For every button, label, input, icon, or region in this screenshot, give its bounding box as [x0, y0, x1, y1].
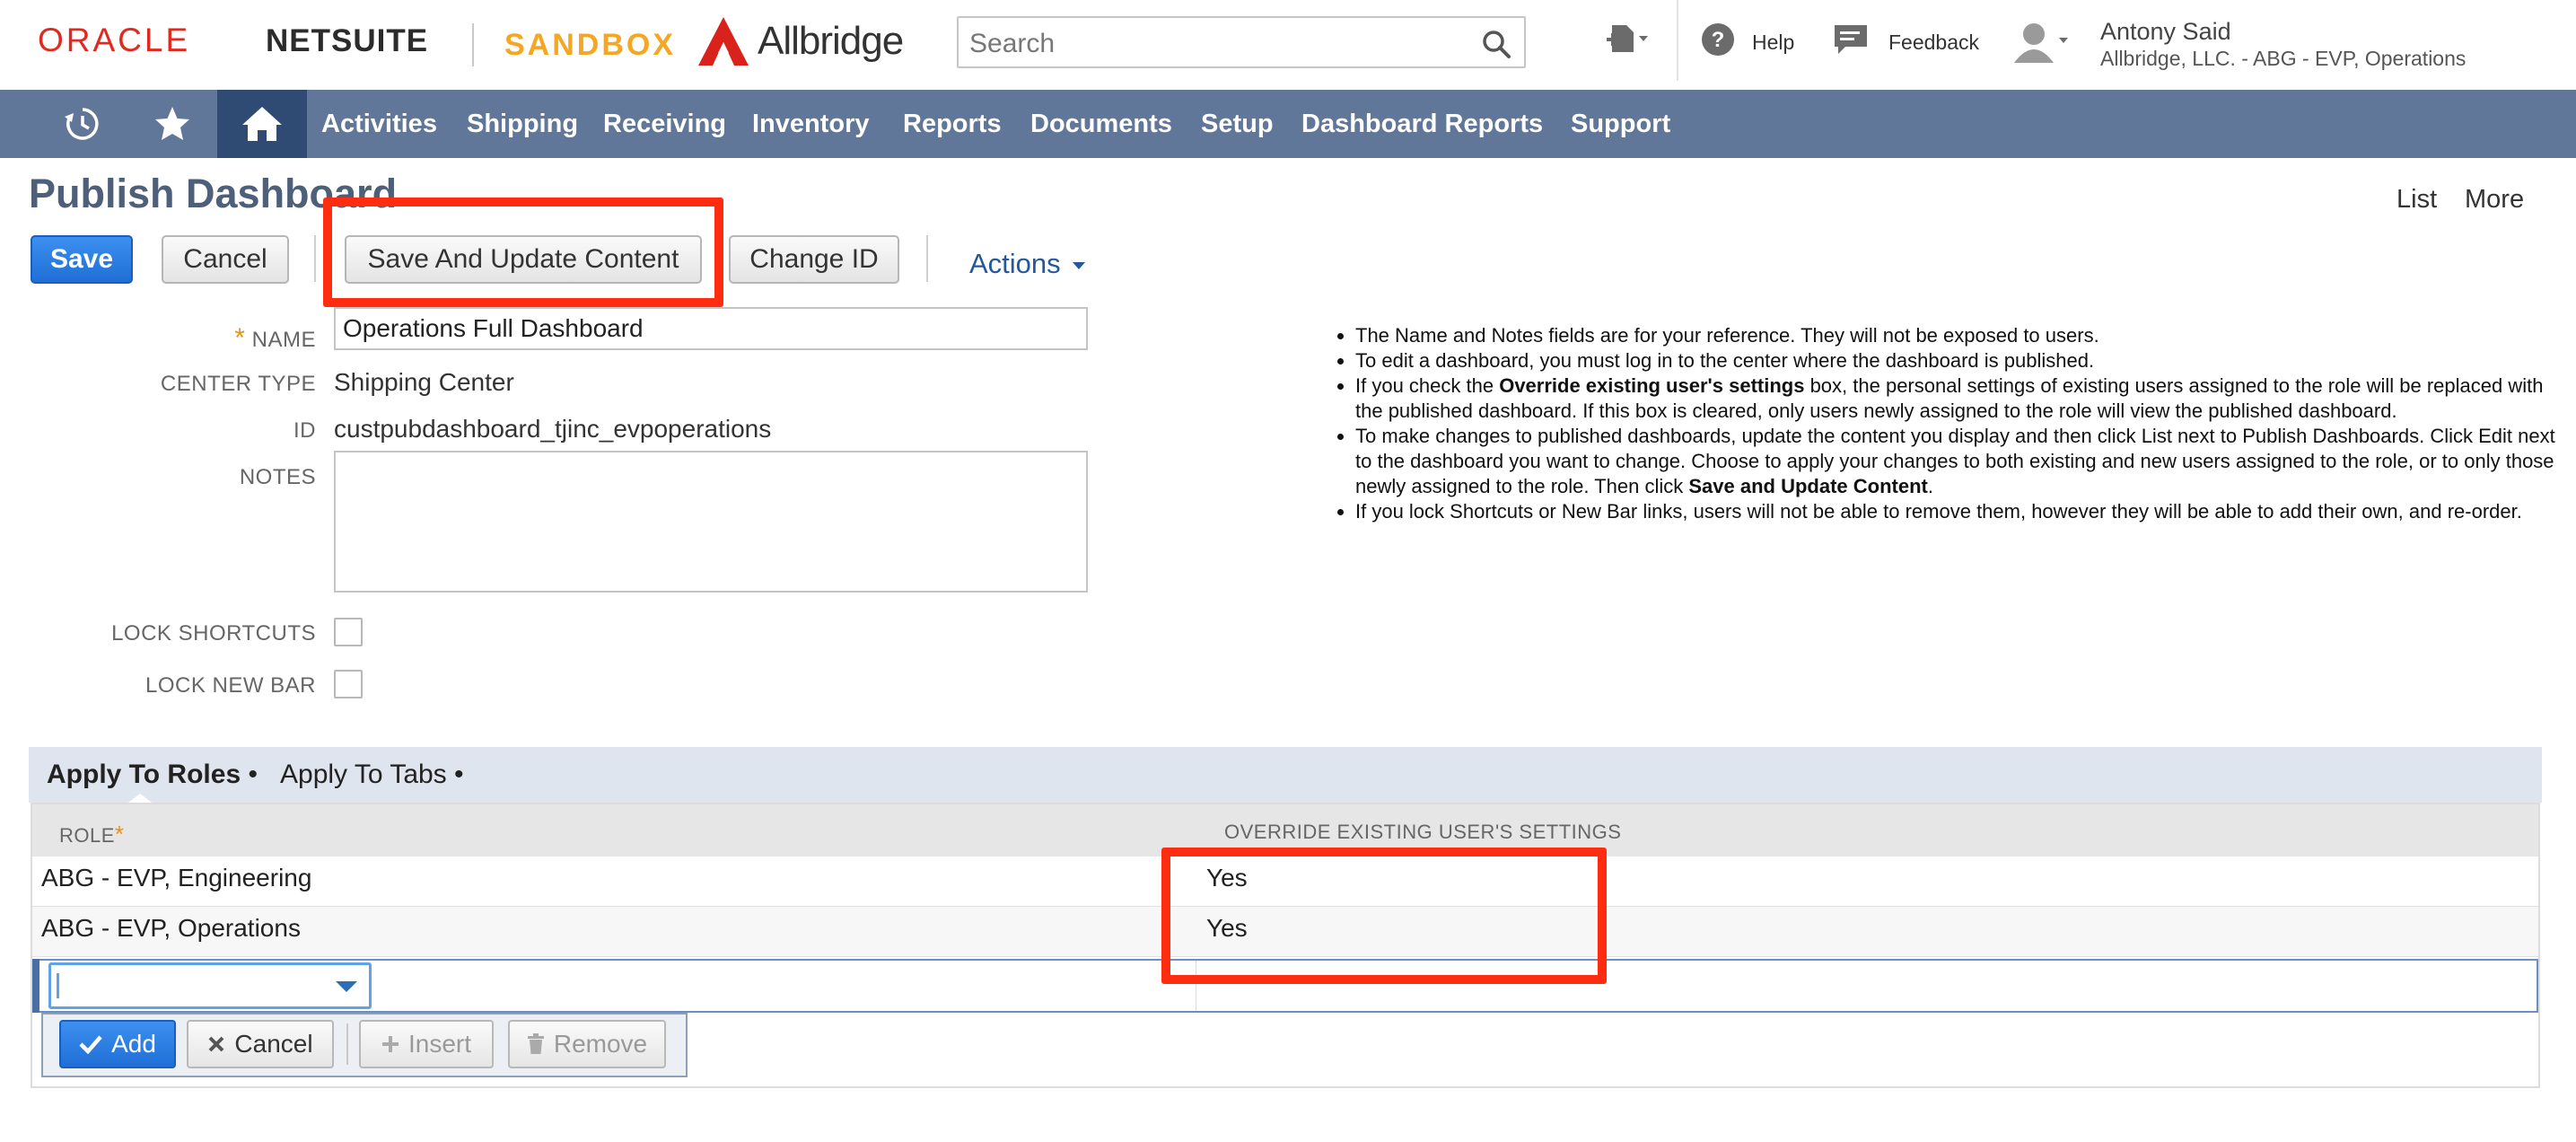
- favorites-button[interactable]: [136, 90, 208, 158]
- override-cell[interactable]: Yes: [1206, 914, 1248, 943]
- change-id-button[interactable]: Change ID: [729, 235, 899, 284]
- close-icon: [208, 1036, 224, 1052]
- chevron-down-icon[interactable]: [335, 979, 358, 994]
- help-link[interactable]: Help: [1752, 31, 1794, 55]
- sandbox-badge: SANDBOX: [504, 28, 677, 62]
- help-item: If you check the Override existing user'…: [1355, 373, 2558, 424]
- home-icon: [242, 107, 282, 141]
- row-edit-indicator: [32, 959, 39, 1013]
- home-button[interactable]: [217, 90, 307, 158]
- nav-documents[interactable]: Documents: [1030, 90, 1172, 158]
- column-header-role[interactable]: ROLE*: [59, 821, 125, 848]
- tab-apply-to-roles[interactable]: Apply To Roles •: [47, 760, 258, 790]
- more-link[interactable]: More: [2465, 185, 2524, 215]
- id-value: custpubdashboard_tjinc_evpoperations: [334, 415, 772, 443]
- table-row[interactable]: [32, 907, 2538, 957]
- actions-menu[interactable]: Actions: [969, 248, 1086, 280]
- name-label: * NAME: [234, 323, 316, 353]
- history-icon: [65, 108, 99, 140]
- table-row[interactable]: [32, 856, 2538, 907]
- tab-apply-to-tabs[interactable]: Apply To Tabs •: [280, 760, 464, 790]
- notes-field[interactable]: [334, 451, 1088, 593]
- help-item: To make changes to published dashboards,…: [1355, 424, 2558, 499]
- role-dropdown[interactable]: [48, 962, 372, 1009]
- company-logo: Allbridge: [697, 14, 904, 68]
- lock-new-bar-checkbox[interactable]: [334, 670, 363, 698]
- nav-dashboard-reports[interactable]: Dashboard Reports: [1301, 90, 1543, 158]
- insert-button[interactable]: Insert: [359, 1020, 494, 1068]
- feedback-link[interactable]: Feedback: [1888, 31, 1979, 55]
- lock-new-bar-label: LOCK NEW BAR: [145, 673, 316, 698]
- required-star-icon: *: [234, 323, 246, 353]
- save-button[interactable]: Save: [31, 235, 133, 284]
- help-instructions: The Name and Notes fields are for your r…: [1328, 323, 2558, 524]
- user-role[interactable]: Allbridge, LLC. - ABG - EVP, Operations: [2100, 47, 2466, 71]
- toolbar-separator: [314, 235, 316, 282]
- feedback-icon[interactable]: [1831, 22, 1871, 57]
- nav-inventory[interactable]: Inventory: [752, 90, 870, 158]
- add-button[interactable]: Add: [59, 1020, 176, 1068]
- help-icon[interactable]: ?: [1700, 22, 1736, 57]
- page-title: Publish Dashboard: [29, 171, 398, 216]
- cancel-line-button[interactable]: Cancel: [187, 1020, 334, 1068]
- remove-button[interactable]: Remove: [508, 1020, 666, 1068]
- help-item: The Name and Notes fields are for your r…: [1355, 323, 2558, 348]
- allbridge-logo-icon: [698, 17, 749, 66]
- logo-divider: [472, 23, 474, 66]
- nav-setup[interactable]: Setup: [1201, 90, 1274, 158]
- oracle-logo: ORACLE: [38, 22, 191, 58]
- global-header: ORACLE NETSUITE SANDBOX Allbridge ? Help…: [0, 0, 2576, 90]
- user-name[interactable]: Antony Said: [2100, 18, 2231, 46]
- help-item: If you lock Shortcuts or New Bar links, …: [1355, 499, 2558, 524]
- global-search[interactable]: [957, 16, 1526, 68]
- notes-label: NOTES: [239, 465, 316, 489]
- id-label: ID: [294, 418, 316, 443]
- plus-icon: [381, 1036, 399, 1052]
- lock-shortcuts-checkbox[interactable]: [334, 618, 363, 646]
- new-line-row[interactable]: [32, 959, 2538, 1013]
- trash-icon: [527, 1033, 544, 1054]
- star-icon: [155, 107, 189, 140]
- center-type-value: Shipping Center: [334, 368, 514, 396]
- required-star-icon: *: [114, 821, 125, 848]
- text-cursor: [57, 973, 59, 998]
- toolbar-separator: [926, 235, 928, 282]
- list-link[interactable]: List: [2396, 185, 2437, 215]
- company-logo-text: Allbridge: [758, 19, 904, 63]
- main-navigation: Activities Shipping Receiving Inventory …: [0, 90, 2576, 158]
- lock-shortcuts-label: LOCK SHORTCUTS: [111, 621, 316, 646]
- actions-label: Actions: [969, 248, 1061, 279]
- nav-reports[interactable]: Reports: [903, 90, 1002, 158]
- help-item: To edit a dashboard, you must log in to …: [1355, 348, 2558, 373]
- header-separator: [1677, 0, 1678, 81]
- cancel-button[interactable]: Cancel: [162, 235, 289, 284]
- save-and-update-content-button[interactable]: Save And Update Content: [345, 235, 702, 284]
- role-cell[interactable]: ABG - EVP, Operations: [41, 914, 301, 943]
- name-field[interactable]: [334, 307, 1088, 350]
- search-icon[interactable]: [1481, 29, 1511, 59]
- netsuite-logo: NETSUITE: [266, 23, 429, 58]
- nav-receiving[interactable]: Receiving: [603, 90, 726, 158]
- override-cell[interactable]: Yes: [1206, 864, 1248, 892]
- svg-text:?: ?: [1712, 28, 1725, 52]
- create-new-icon[interactable]: [1605, 22, 1655, 61]
- user-avatar-icon[interactable]: [2007, 20, 2070, 65]
- search-input[interactable]: [968, 25, 1456, 63]
- column-header-override[interactable]: OVERRIDE EXISTING USER'S SETTINGS: [1224, 821, 1621, 844]
- button-separator: [346, 1023, 348, 1065]
- role-cell[interactable]: ABG - EVP, Engineering: [41, 864, 311, 892]
- nav-activities[interactable]: Activities: [321, 90, 437, 158]
- checkmark-icon: [79, 1035, 102, 1054]
- chevron-down-icon: [1073, 261, 1086, 269]
- nav-support[interactable]: Support: [1571, 90, 1670, 158]
- center-type-label: CENTER TYPE: [160, 372, 316, 396]
- recent-records-button[interactable]: [47, 90, 118, 158]
- nav-shipping[interactable]: Shipping: [467, 90, 578, 158]
